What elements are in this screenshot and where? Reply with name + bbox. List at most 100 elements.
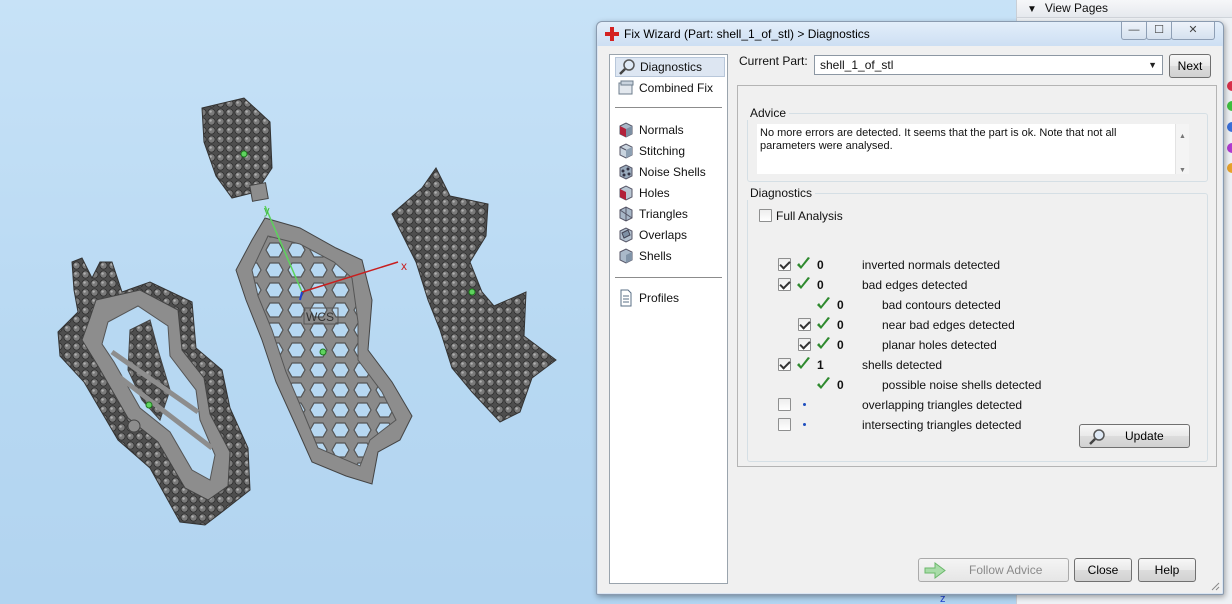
view-pages-title: View Pages bbox=[1044, 1, 1109, 15]
diagnostic-row: 0 planar holes detected bbox=[738, 336, 1208, 354]
advice-title: Advice bbox=[747, 106, 790, 120]
diagnostic-label: shells detected bbox=[862, 358, 943, 372]
letter-pendant-model[interactable] bbox=[391, 167, 557, 423]
full-analysis-checkbox[interactable] bbox=[759, 209, 772, 222]
diagnostic-label: bad contours detected bbox=[882, 298, 1001, 312]
green-check-icon bbox=[797, 257, 810, 269]
dropdown-arrow-icon[interactable]: ▼ bbox=[1148, 56, 1157, 74]
wcs-label: WCS bbox=[306, 310, 334, 324]
scroll-down-icon[interactable]: ▼ bbox=[1179, 164, 1186, 177]
bail-model[interactable] bbox=[201, 97, 273, 202]
sidebar-item-combined-fix[interactable]: Combined Fix bbox=[615, 78, 725, 98]
sidebar-item-profiles[interactable]: Profiles bbox=[615, 288, 725, 308]
diagnostic-checkbox[interactable] bbox=[798, 338, 811, 351]
sidebar-item-label: Combined Fix bbox=[639, 81, 714, 95]
update-label: Update bbox=[1125, 429, 1164, 443]
sidebar-item-overlaps[interactable]: Overlaps bbox=[615, 225, 725, 245]
dialog-titlebar[interactable]: Fix Wizard (Part: shell_1_of_stl) > Diag… bbox=[597, 22, 1223, 46]
diagnostic-label: inverted normals detected bbox=[862, 258, 1001, 272]
orange-dot-icon bbox=[1227, 163, 1232, 173]
axis-y-label: y bbox=[264, 205, 270, 217]
diagnostic-count: 0 bbox=[817, 278, 824, 292]
red-cross-icon bbox=[605, 27, 619, 41]
diagnostic-label: possible noise shells detected bbox=[882, 378, 1042, 392]
diagnostic-row: 0 inverted normals detected bbox=[738, 256, 1208, 274]
diagnostic-checkbox[interactable] bbox=[798, 318, 811, 331]
diagnostic-count: 0 bbox=[817, 258, 824, 272]
document-icon bbox=[620, 289, 632, 307]
view-pages-header[interactable]: ▼ View Pages bbox=[1017, 0, 1232, 18]
sidebar-divider bbox=[615, 107, 722, 108]
diagnostic-row: 1 shells detected bbox=[738, 356, 1208, 374]
advice-scrollbar[interactable]: ▲ ▼ bbox=[1175, 124, 1189, 174]
sidebar-item-label: Diagnostics bbox=[640, 60, 703, 74]
shells-cube-icon bbox=[619, 248, 633, 264]
current-part-label: Current Part: bbox=[739, 54, 808, 68]
sidebar-item-normals[interactable]: Normals bbox=[615, 120, 725, 140]
diagnostic-count: 0 bbox=[837, 378, 844, 392]
green-check-icon bbox=[817, 297, 830, 309]
green-dot-icon bbox=[1227, 101, 1232, 111]
fix-wizard-dialog: Fix Wizard (Part: shell_1_of_stl) > Diag… bbox=[596, 21, 1224, 595]
combined-fix-icon bbox=[618, 80, 634, 95]
diagnostic-checkbox[interactable] bbox=[778, 278, 791, 291]
resize-grip-icon[interactable] bbox=[1210, 581, 1220, 591]
next-button[interactable]: Next bbox=[1169, 54, 1211, 78]
diagnostics-main-panel: Advice No more errors are detected. It s… bbox=[737, 85, 1217, 467]
purple-dot-icon bbox=[1227, 143, 1232, 153]
collapse-triangle-icon[interactable]: ▼ bbox=[1027, 4, 1037, 15]
current-part-value: shell_1_of_stl bbox=[820, 58, 894, 72]
sidebar-item-label: Shells bbox=[639, 249, 672, 263]
overlaps-cube-icon bbox=[619, 227, 633, 243]
sidebar-item-label: Normals bbox=[639, 123, 684, 137]
left-pendant-model[interactable] bbox=[57, 257, 251, 526]
diagnostic-row: 0 bad contours detected bbox=[738, 296, 1208, 314]
diagnostic-count: 0 bbox=[837, 298, 844, 312]
green-check-icon bbox=[817, 377, 830, 389]
green-check-icon bbox=[797, 277, 810, 289]
sidebar-item-label: Overlaps bbox=[639, 228, 688, 242]
scroll-up-icon[interactable]: ▲ bbox=[1179, 130, 1186, 143]
sidebar-item-stitching[interactable]: Stitching bbox=[615, 141, 725, 161]
noise-shells-icon bbox=[619, 164, 633, 180]
pending-dot-icon bbox=[803, 403, 806, 406]
sidebar-item-shells[interactable]: Shells bbox=[615, 246, 725, 266]
diagnostic-label: overlapping triangles detected bbox=[862, 398, 1023, 412]
sidebar-item-holes[interactable]: Holes bbox=[615, 183, 725, 203]
follow-advice-button[interactable]: Follow Advice bbox=[918, 558, 1069, 582]
diagnostic-checkbox[interactable] bbox=[778, 398, 791, 411]
help-button[interactable]: Help bbox=[1138, 558, 1196, 582]
sidebar-item-diagnostics[interactable]: Diagnostics bbox=[615, 57, 725, 77]
diagnostic-checkbox[interactable] bbox=[778, 258, 791, 271]
red-dot-icon bbox=[1227, 81, 1232, 91]
minimize-button[interactable]: — bbox=[1121, 22, 1147, 40]
update-button[interactable]: Update bbox=[1079, 424, 1190, 448]
diagnostic-checkbox[interactable] bbox=[778, 418, 791, 431]
magnifier-icon bbox=[619, 59, 635, 75]
diagnostic-count: 0 bbox=[837, 338, 844, 352]
sidebar-item-noise-shells[interactable]: Noise Shells bbox=[615, 162, 725, 182]
window-close-button[interactable]: ✕ bbox=[1171, 22, 1215, 40]
diagnostic-label: bad edges detected bbox=[862, 278, 968, 292]
close-button[interactable]: Close bbox=[1074, 558, 1132, 582]
triangles-cube-icon bbox=[619, 206, 633, 222]
honeycomb-pendant-model[interactable] bbox=[235, 217, 413, 485]
dialog-title: Fix Wizard (Part: shell_1_of_stl) > Diag… bbox=[624, 27, 870, 41]
sidebar-item-label: Noise Shells bbox=[639, 165, 706, 179]
maximize-button[interactable]: ☐ bbox=[1146, 22, 1172, 40]
sidebar-item-triangles[interactable]: Triangles bbox=[615, 204, 725, 224]
green-check-icon bbox=[797, 357, 810, 369]
fix-wizard-sidebar: Diagnostics Combined Fix Normals Stitchi… bbox=[609, 54, 728, 584]
diagnostic-label: planar holes detected bbox=[882, 338, 997, 352]
current-part-dropdown[interactable]: shell_1_of_stl ▼ bbox=[814, 55, 1163, 75]
right-arrow-icon bbox=[924, 562, 946, 579]
diagnostic-row: 0 near bad edges detected bbox=[738, 316, 1208, 334]
advice-textbox[interactable]: No more errors are detected. It seems th… bbox=[757, 124, 1189, 174]
green-check-icon bbox=[817, 317, 830, 329]
sidebar-item-label: Holes bbox=[639, 186, 670, 200]
diagnostic-count: 0 bbox=[837, 318, 844, 332]
diagnostic-checkbox[interactable] bbox=[778, 358, 791, 371]
sidebar-divider bbox=[615, 277, 722, 278]
diagnostic-label: near bad edges detected bbox=[882, 318, 1015, 332]
diagnostic-row: 0 bad edges detected bbox=[738, 276, 1208, 294]
